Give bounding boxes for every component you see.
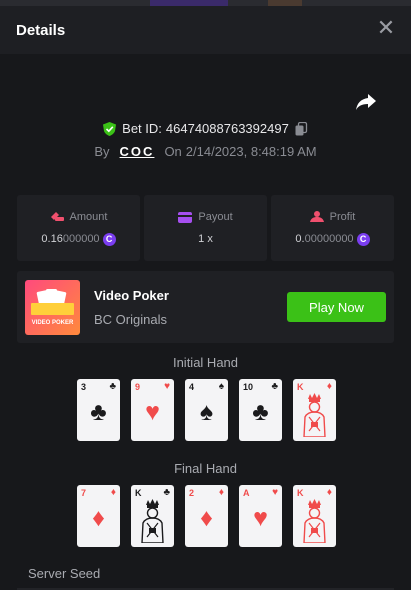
coin-icon: C <box>102 232 116 246</box>
playing-card: A ♥ ♥ <box>239 485 282 547</box>
profit-value-significant: 0. <box>295 233 305 245</box>
final-hand: 7 ♦ ♦ K ♣ 2 ♦ ♦ A ♥ ♥ K ♦ <box>77 485 336 547</box>
payout-label: Payout <box>198 211 233 223</box>
playing-card: K ♣ <box>131 485 174 547</box>
game-card: VIDEO POKER Video Poker BC Originals Pla… <box>17 271 394 343</box>
card-suit-symbol: ♦ <box>200 504 213 532</box>
card-rank: 3 <box>81 382 87 392</box>
on-label: On <box>164 144 182 159</box>
video-poker-thumbnail: VIDEO POKER <box>25 280 80 335</box>
thumbnail-label: VIDEO POKER <box>31 320 74 326</box>
amount-label: Amount <box>69 210 108 223</box>
card-corner-suit: ♦ <box>326 487 332 498</box>
payout-stat: Payout 1 x <box>144 195 267 261</box>
card-corner-suit: ♥ <box>164 381 170 392</box>
verified-shield-icon <box>103 121 117 136</box>
card-corner-suit: ♣ <box>163 487 170 498</box>
king-figure-icon <box>303 393 326 437</box>
card-corner-suit: ♥ <box>272 487 278 498</box>
copy-icon[interactable] <box>295 121 308 136</box>
close-icon[interactable]: ✕ <box>375 17 397 40</box>
card-corner-suit: ♦ <box>218 487 224 498</box>
amount-icon <box>50 212 64 221</box>
card-rank: 9 <box>135 382 141 392</box>
profit-stat: Profit 0.00000000 C <box>271 195 394 261</box>
card-suit-symbol: ♠ <box>199 398 214 426</box>
card-corner-suit: ♣ <box>109 381 116 392</box>
coin-icon: C <box>356 232 370 246</box>
card-rank: 4 <box>189 382 195 392</box>
by-label: By <box>94 144 110 159</box>
card-suit-symbol: ♣ <box>252 398 269 426</box>
bet-id-value: 46474088763392497 <box>165 121 289 136</box>
card-rank: K <box>297 488 304 498</box>
card-suit-symbol: ♥ <box>145 398 160 426</box>
initial-hand-label: Initial Hand <box>172 355 239 370</box>
final-hand-label: Final Hand <box>174 461 237 476</box>
play-now-button[interactable]: Play Now <box>287 292 386 322</box>
playing-card: 4 ♠ ♠ <box>185 379 228 441</box>
modal-header: Details ✕ <box>0 6 411 54</box>
username-link[interactable]: COC <box>120 144 155 159</box>
modal-title: Details <box>16 21 66 39</box>
initial-hand: 3 ♣ ♣ 9 ♥ ♥ 4 ♠ ♠ 10 ♣ ♣ K ♦ <box>77 379 336 441</box>
thumbnail-ribbon <box>31 303 74 315</box>
profit-value-zeros: 00000000 <box>304 233 354 245</box>
card-suit-symbol: ♦ <box>92 504 105 532</box>
bet-id-label: Bet ID: <box>122 121 162 136</box>
card-suit-symbol: ♥ <box>253 504 268 532</box>
card-corner-suit: ♣ <box>271 381 278 392</box>
profit-label: Profit <box>329 210 356 223</box>
king-figure-icon <box>141 499 164 543</box>
profit-icon <box>309 211 324 222</box>
playing-card: 2 ♦ ♦ <box>185 485 228 547</box>
share-icon[interactable] <box>355 92 377 112</box>
playing-card: 10 ♣ ♣ <box>239 379 282 441</box>
game-name: Video Poker <box>94 288 169 303</box>
card-rank: K <box>135 488 142 498</box>
card-corner-suit: ♠ <box>218 381 224 392</box>
amount-value-zeros: 000000 <box>62 233 100 245</box>
bet-author-row: By COC On 2/14/2023, 8:48:19 AM <box>0 144 411 159</box>
card-corner-suit: ♦ <box>326 381 332 392</box>
card-rank: A <box>243 488 250 498</box>
playing-card: 3 ♣ ♣ <box>77 379 120 441</box>
payout-card-icon <box>178 211 193 223</box>
bet-date: 2/14/2023, 8:48:19 AM <box>185 144 317 159</box>
card-corner-suit: ♦ <box>110 487 116 498</box>
card-rank: 2 <box>189 488 195 498</box>
payout-value: 1 x <box>198 233 213 245</box>
amount-value-significant: 0.16 <box>41 233 63 245</box>
playing-card: 7 ♦ ♦ <box>77 485 120 547</box>
card-rank: K <box>297 382 304 392</box>
king-figure-icon <box>303 499 326 543</box>
game-provider: BC Originals <box>94 312 167 327</box>
playing-card: 9 ♥ ♥ <box>131 379 174 441</box>
card-rank: 7 <box>81 488 87 498</box>
card-rank: 10 <box>243 382 254 392</box>
amount-stat: Amount 0.16000000 C <box>17 195 140 261</box>
bet-id-row: Bet ID: 46474088763392497 <box>0 121 411 136</box>
playing-card: K ♦ <box>293 379 336 441</box>
card-suit-symbol: ♣ <box>90 398 107 426</box>
playing-card: K ♦ <box>293 485 336 547</box>
bet-stats: Amount 0.16000000 C Payout 1 x Profit 0.… <box>17 195 394 261</box>
server-seed-label: Server Seed <box>28 566 101 581</box>
